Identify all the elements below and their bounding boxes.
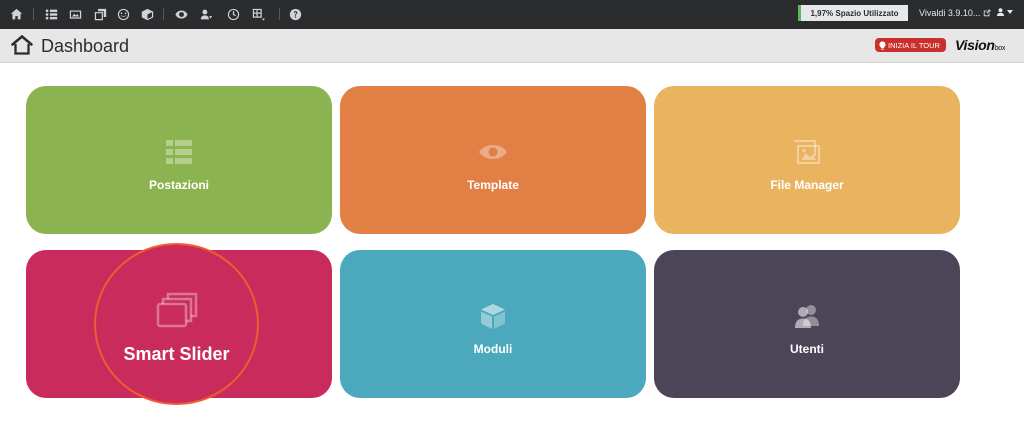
images-icon [792, 138, 822, 166]
tile-label: Utenti [790, 342, 824, 356]
tile-label: Postazioni [148, 178, 209, 192]
copy-icon[interactable] [92, 6, 108, 22]
lightbulb-icon [879, 40, 886, 50]
tile-label: File Manager [770, 178, 844, 192]
browser-info[interactable]: Vivaldi 3.9.10... [919, 8, 991, 18]
tile-postazioni[interactable]: Postazioni [26, 86, 332, 234]
users-icon[interactable] [198, 6, 214, 22]
clock-icon[interactable] [225, 6, 241, 22]
brand-sub: box [994, 45, 1006, 52]
home-icon[interactable] [8, 6, 24, 22]
smart-slider-label: Smart Slider [123, 343, 230, 364]
help-icon[interactable] [287, 6, 303, 22]
browser-label: Vivaldi 3.9.10... [919, 8, 981, 18]
tile-label: Moduli [473, 342, 513, 356]
page-title: Dashboard [41, 36, 130, 56]
top-toolbar: 1,97% Spazio Utilizzato Vivaldi 3.9.10..… [0, 0, 1024, 29]
tour-button-label: INIZIA IL TOUR [888, 40, 940, 50]
user-menu[interactable] [996, 7, 1013, 17]
tile-file-manager[interactable]: File Manager [654, 86, 960, 234]
tour-highlight-smart-slider[interactable]: Smart Slider [94, 243, 259, 405]
grid-icon[interactable] [250, 6, 266, 22]
brand-logo: Visionbox [955, 37, 1005, 53]
disk-space-indicator: 1,97% Spazio Utilizzato [798, 5, 908, 21]
stack-icon [156, 292, 198, 330]
page-header: Dashboard INIZIA IL TOUR Visionbox [0, 29, 1024, 63]
tile-moduli[interactable]: Moduli [340, 250, 646, 398]
external-link-icon [984, 9, 991, 17]
toolbar-separator [33, 8, 34, 20]
dashboard-home-icon[interactable] [11, 35, 33, 55]
cube-icon[interactable] [139, 6, 155, 22]
user-icon [996, 8, 1005, 17]
eye-icon[interactable] [173, 6, 189, 22]
start-tour-button[interactable]: INIZIA IL TOUR [875, 38, 946, 52]
tile-utenti[interactable]: Utenti [654, 250, 960, 398]
tile-label: Template [467, 178, 519, 192]
image-icon[interactable] [67, 6, 83, 22]
eye-icon [478, 138, 508, 166]
list-icon[interactable] [43, 6, 59, 22]
brand-main: Vision [955, 37, 995, 53]
toolbar-separator [279, 8, 280, 20]
users-icon [792, 302, 822, 330]
chevron-down-icon [1007, 10, 1013, 14]
table-icon [164, 138, 194, 166]
toolbar-separator [163, 8, 164, 20]
cube-icon [478, 302, 508, 330]
tile-template[interactable]: Template [340, 86, 646, 234]
smile-icon[interactable] [115, 6, 131, 22]
